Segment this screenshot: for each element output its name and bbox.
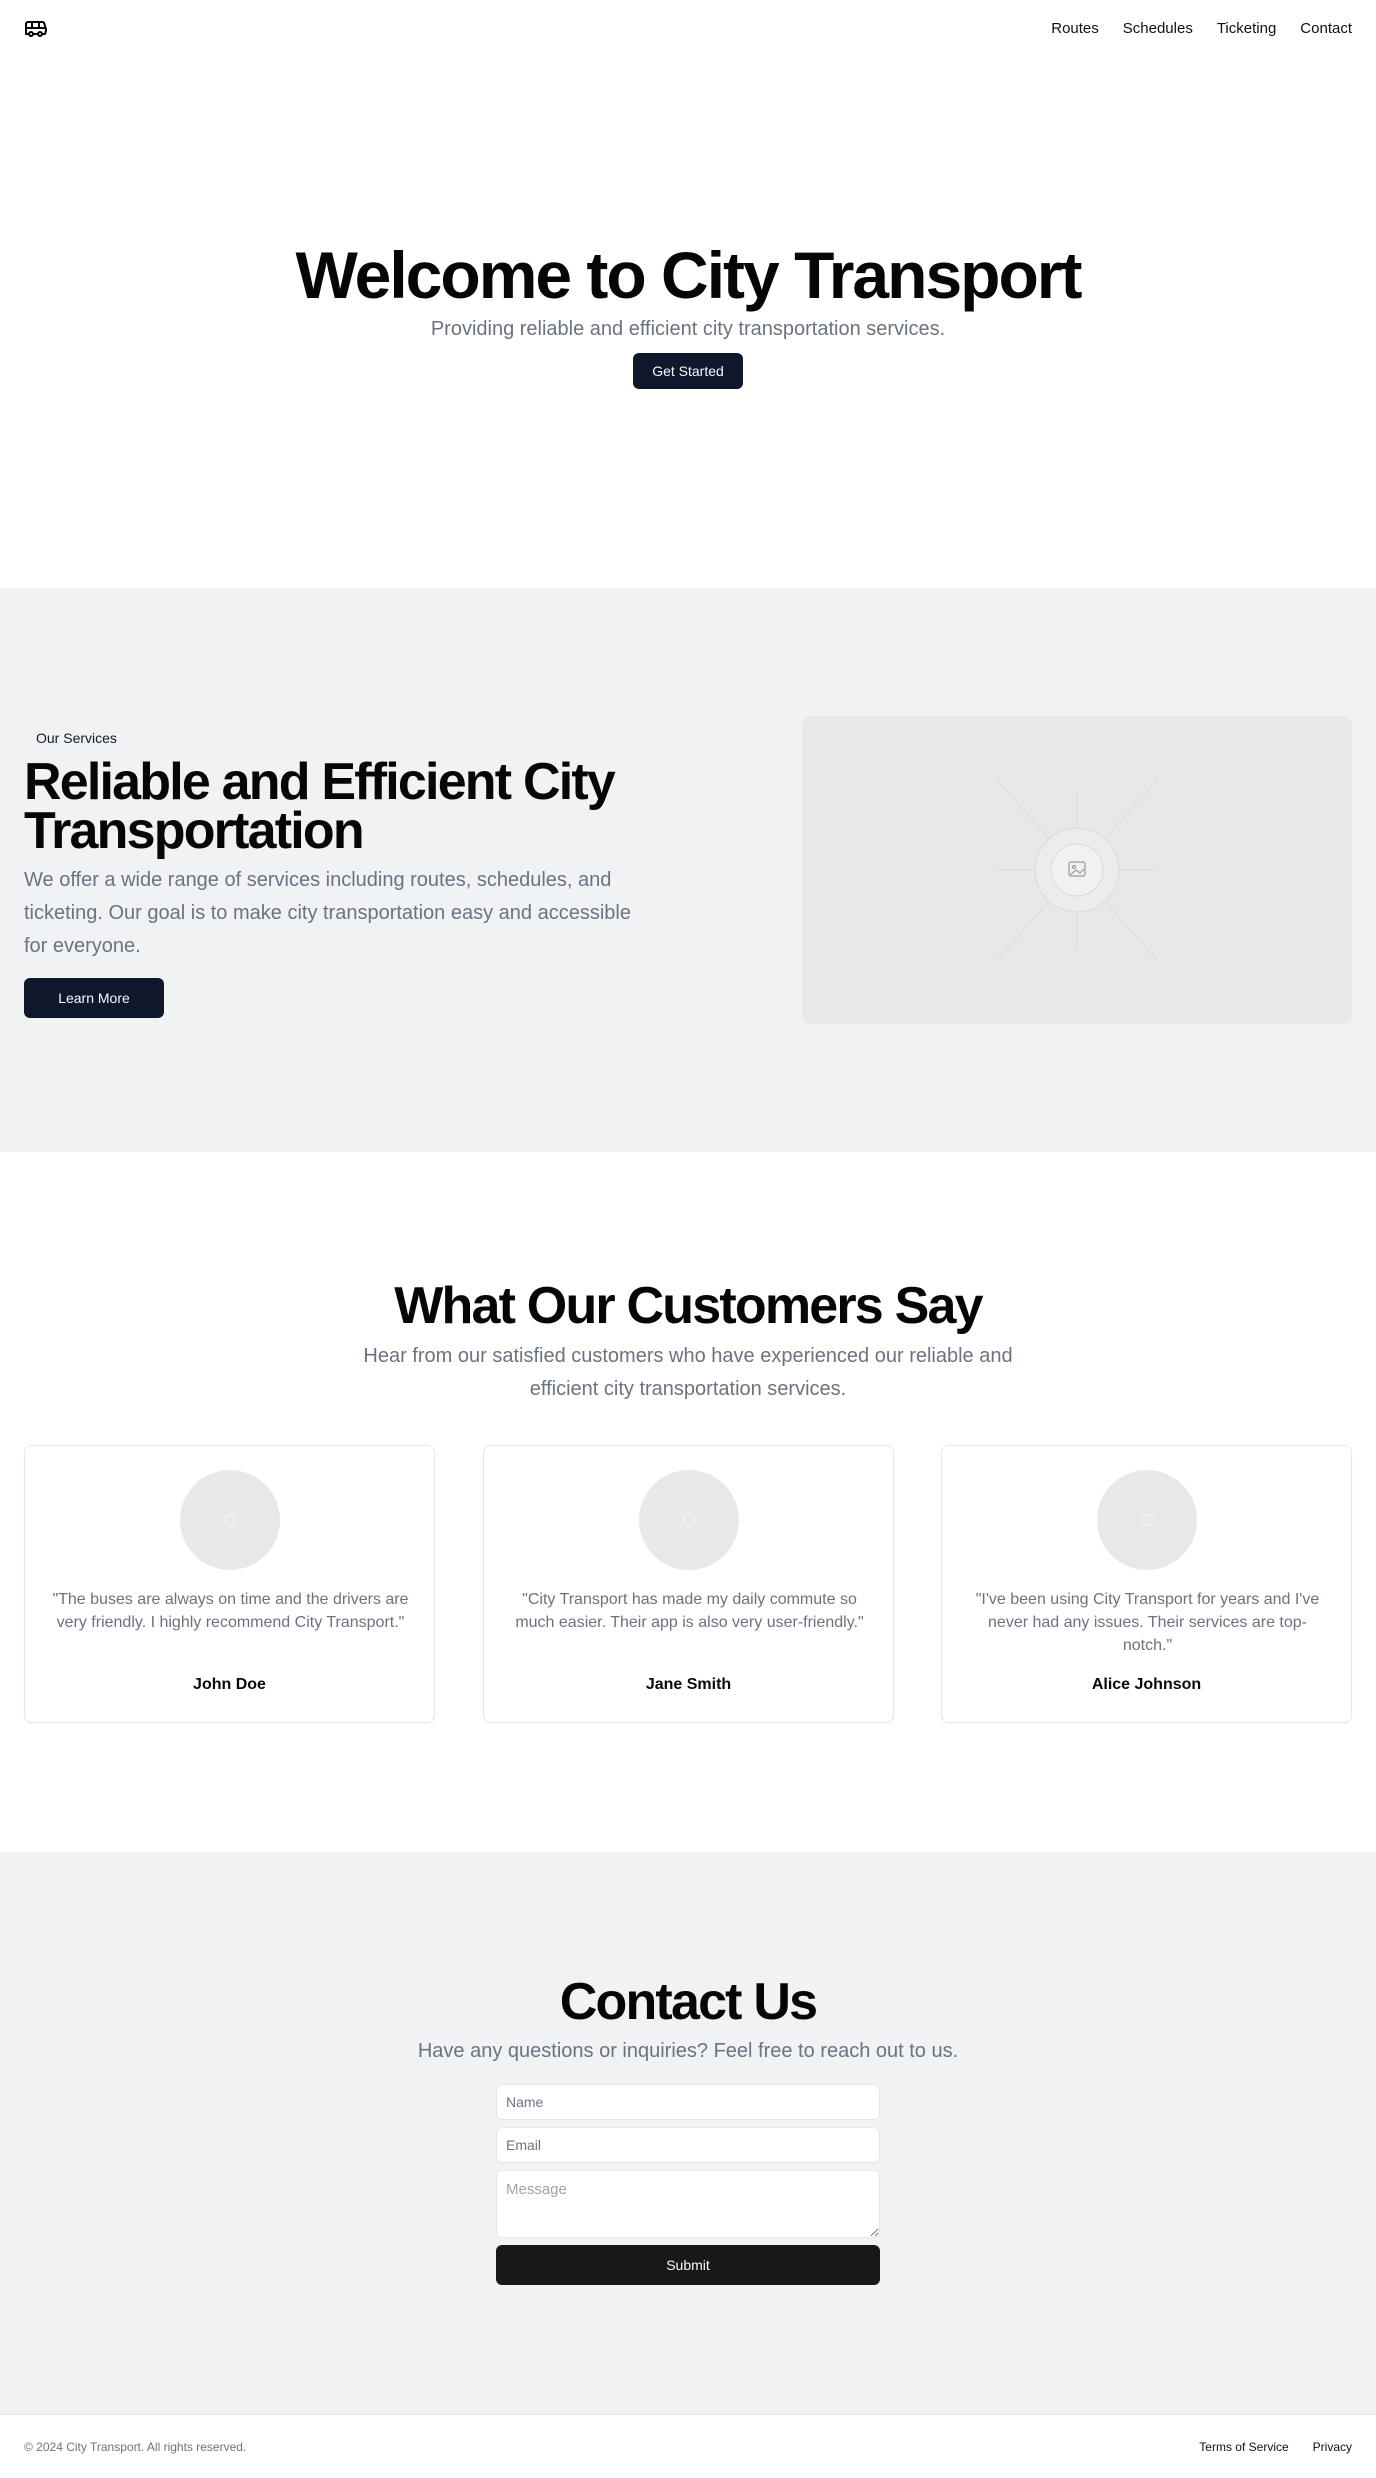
hero-title: Welcome to City Transport bbox=[295, 238, 1083, 312]
email-field[interactable] bbox=[496, 2127, 880, 2163]
testimonial-author: Jane Smith bbox=[645, 1676, 732, 1693]
testimonial-card: "I've been using City Transport for year… bbox=[941, 1445, 1352, 1723]
testimonials-section: What Our Customers Say Hear from our sat… bbox=[0, 1152, 1376, 1852]
main-nav: Routes Schedules Ticketing Contact bbox=[1051, 20, 1352, 37]
hero-section: Welcome to City Transport Providing reli… bbox=[0, 56, 1376, 588]
name-field[interactable] bbox=[496, 2084, 880, 2120]
site-footer: © 2024 City Transport. All rights reserv… bbox=[0, 2414, 1376, 2478]
testimonials-subtitle: Hear from our satisfied customers who ha… bbox=[363, 1345, 1013, 1400]
testimonial-card: "City Transport has made my daily commut… bbox=[483, 1445, 894, 1723]
avatar bbox=[180, 1470, 280, 1570]
footer-links: Terms of Service Privacy bbox=[1199, 2440, 1352, 2454]
testimonial-author: Alice Johnson bbox=[1091, 1676, 1202, 1693]
services-badge: Our Services bbox=[24, 726, 129, 750]
learn-more-button[interactable]: Learn More bbox=[24, 978, 164, 1018]
nav-link-routes[interactable]: Routes bbox=[1051, 20, 1099, 37]
avatar-placeholder-icon bbox=[1141, 1514, 1153, 1526]
image-placeholder-icon bbox=[996, 779, 1158, 961]
hero-subtitle: Providing reliable and efficient city tr… bbox=[430, 318, 946, 340]
message-field[interactable] bbox=[496, 2170, 880, 2238]
get-started-button[interactable]: Get Started bbox=[633, 353, 743, 389]
bus-icon[interactable] bbox=[24, 16, 48, 40]
avatar-placeholder-icon bbox=[224, 1514, 236, 1526]
copyright-text: © 2024 City Transport. All rights reserv… bbox=[24, 2439, 247, 2454]
avatar bbox=[1097, 1470, 1197, 1570]
services-title: Reliable and Efficient City Transportati… bbox=[24, 753, 616, 860]
nav-link-contact[interactable]: Contact bbox=[1300, 20, 1352, 37]
services-image-placeholder bbox=[802, 716, 1352, 1024]
site-header: Routes Schedules Ticketing Contact bbox=[0, 0, 1376, 56]
testimonial-card: "The buses are always on time and the dr… bbox=[24, 1445, 435, 1723]
testimonial-quote: "The buses are always on time and the dr… bbox=[52, 1591, 409, 1631]
avatar-placeholder-icon bbox=[683, 1514, 695, 1526]
avatar bbox=[639, 1470, 739, 1570]
services-section: Our Services Reliable and Efficient City… bbox=[0, 588, 1376, 1152]
testimonial-quote: "City Transport has made my daily commut… bbox=[515, 1591, 864, 1631]
privacy-link[interactable]: Privacy bbox=[1313, 2440, 1352, 2454]
testimonial-author: John Doe bbox=[193, 1676, 266, 1693]
terms-link[interactable]: Terms of Service bbox=[1199, 2440, 1288, 2454]
nav-link-ticketing[interactable]: Ticketing bbox=[1217, 20, 1276, 37]
testimonial-quote: "I've been using City Transport for year… bbox=[975, 1591, 1320, 1654]
submit-button[interactable]: Submit bbox=[496, 2245, 880, 2285]
contact-title: Contact Us bbox=[559, 1973, 818, 2031]
contact-subtitle: Have any questions or inquiries? Feel fr… bbox=[417, 2040, 959, 2062]
testimonials-title: What Our Customers Say bbox=[394, 1277, 983, 1335]
services-description: We offer a wide range of services includ… bbox=[24, 869, 631, 957]
nav-link-schedules[interactable]: Schedules bbox=[1123, 20, 1193, 37]
contact-section: Contact Us Have any questions or inquiri… bbox=[0, 1852, 1376, 2414]
